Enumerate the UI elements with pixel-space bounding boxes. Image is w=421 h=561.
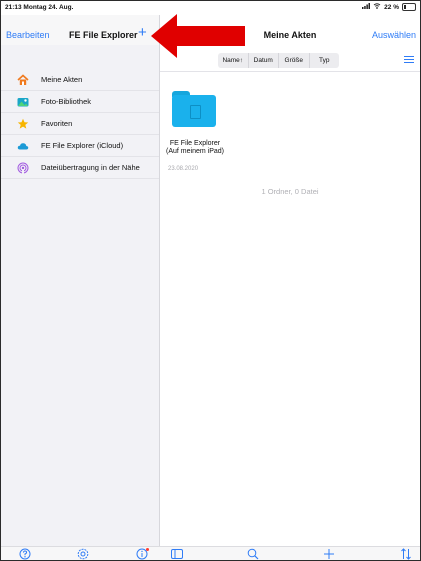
sidebar-toggle-icon[interactable] xyxy=(171,548,183,560)
bottom-toolbar xyxy=(1,546,420,560)
signal-icon xyxy=(362,3,371,11)
sort-by-size[interactable]: Größe xyxy=(279,53,310,68)
folder-icon[interactable] xyxy=(172,91,216,127)
divider xyxy=(160,71,420,72)
sidebar-title: FE File Explorer xyxy=(69,30,138,40)
folder-date: 23.08.2020 xyxy=(168,166,199,172)
sidebar-item-favoriten[interactable]: Favoriten xyxy=(1,113,159,135)
sidebar-item-label: Dateiübertragung in der Nähe xyxy=(41,163,140,172)
sidebar-item-label: Foto-Bibliothek xyxy=(41,97,92,106)
annotation-arrow-icon xyxy=(151,14,245,58)
wifi-icon xyxy=(373,3,381,11)
info-icon[interactable] xyxy=(136,548,150,560)
sort-by-type[interactable]: Typ xyxy=(310,53,340,68)
edit-button[interactable]: Bearbeiten xyxy=(6,30,50,40)
sidebar-item-meine-akten[interactable]: Meine Akten xyxy=(1,69,159,91)
photo-library-icon xyxy=(17,96,29,108)
add-icon[interactable] xyxy=(323,548,335,560)
sidebar-list: Meine Akten Foto-Bibliothek Favoriten FE… xyxy=(1,69,159,179)
airdrop-icon xyxy=(17,162,29,174)
star-icon xyxy=(17,118,29,130)
sort-icon[interactable] xyxy=(400,548,412,560)
sidebar-item-nearby-transfer[interactable]: Dateiübertragung in der Nähe xyxy=(1,157,159,179)
file-browser: Meine Akten Auswählen Name↑ Datum Größe … xyxy=(160,15,420,546)
select-button[interactable]: Auswählen xyxy=(372,30,416,40)
battery-icon xyxy=(402,3,416,11)
sort-by-date[interactable]: Datum xyxy=(249,53,279,68)
status-indicators: 22 % xyxy=(362,3,416,11)
folder-name[interactable]: FE File Explorer (Auf meinem iPad) xyxy=(162,140,228,156)
settings-icon[interactable] xyxy=(77,548,89,560)
sidebar-item-label: FE File Explorer (iCloud) xyxy=(41,141,124,150)
sidebar-item-label: Favoriten xyxy=(41,119,73,128)
search-icon[interactable] xyxy=(247,548,259,560)
sidebar-item-foto-bibliothek[interactable]: Foto-Bibliothek xyxy=(1,91,159,113)
battery-percent: 22 % xyxy=(384,3,399,11)
add-location-button[interactable]: + xyxy=(138,25,147,40)
sidebar-item-icloud[interactable]: FE File Explorer (iCloud) xyxy=(1,135,159,157)
sidebar-item-label: Meine Akten xyxy=(41,75,83,84)
cloud-icon xyxy=(17,140,29,152)
sidebar-header: Bearbeiten FE File Explorer + xyxy=(1,15,159,45)
sidebar: Bearbeiten FE File Explorer + Meine Akte… xyxy=(1,15,160,546)
item-count: 1 Ordner, 0 Datei xyxy=(261,187,319,196)
status-time: 21:13 Montag 24. Aug. xyxy=(5,4,74,11)
list-view-icon[interactable] xyxy=(404,56,414,65)
help-icon[interactable] xyxy=(19,548,31,560)
app-window: 21:13 Montag 24. Aug. 22 % Bearbeiten FE… xyxy=(0,0,421,561)
home-icon xyxy=(17,73,29,86)
